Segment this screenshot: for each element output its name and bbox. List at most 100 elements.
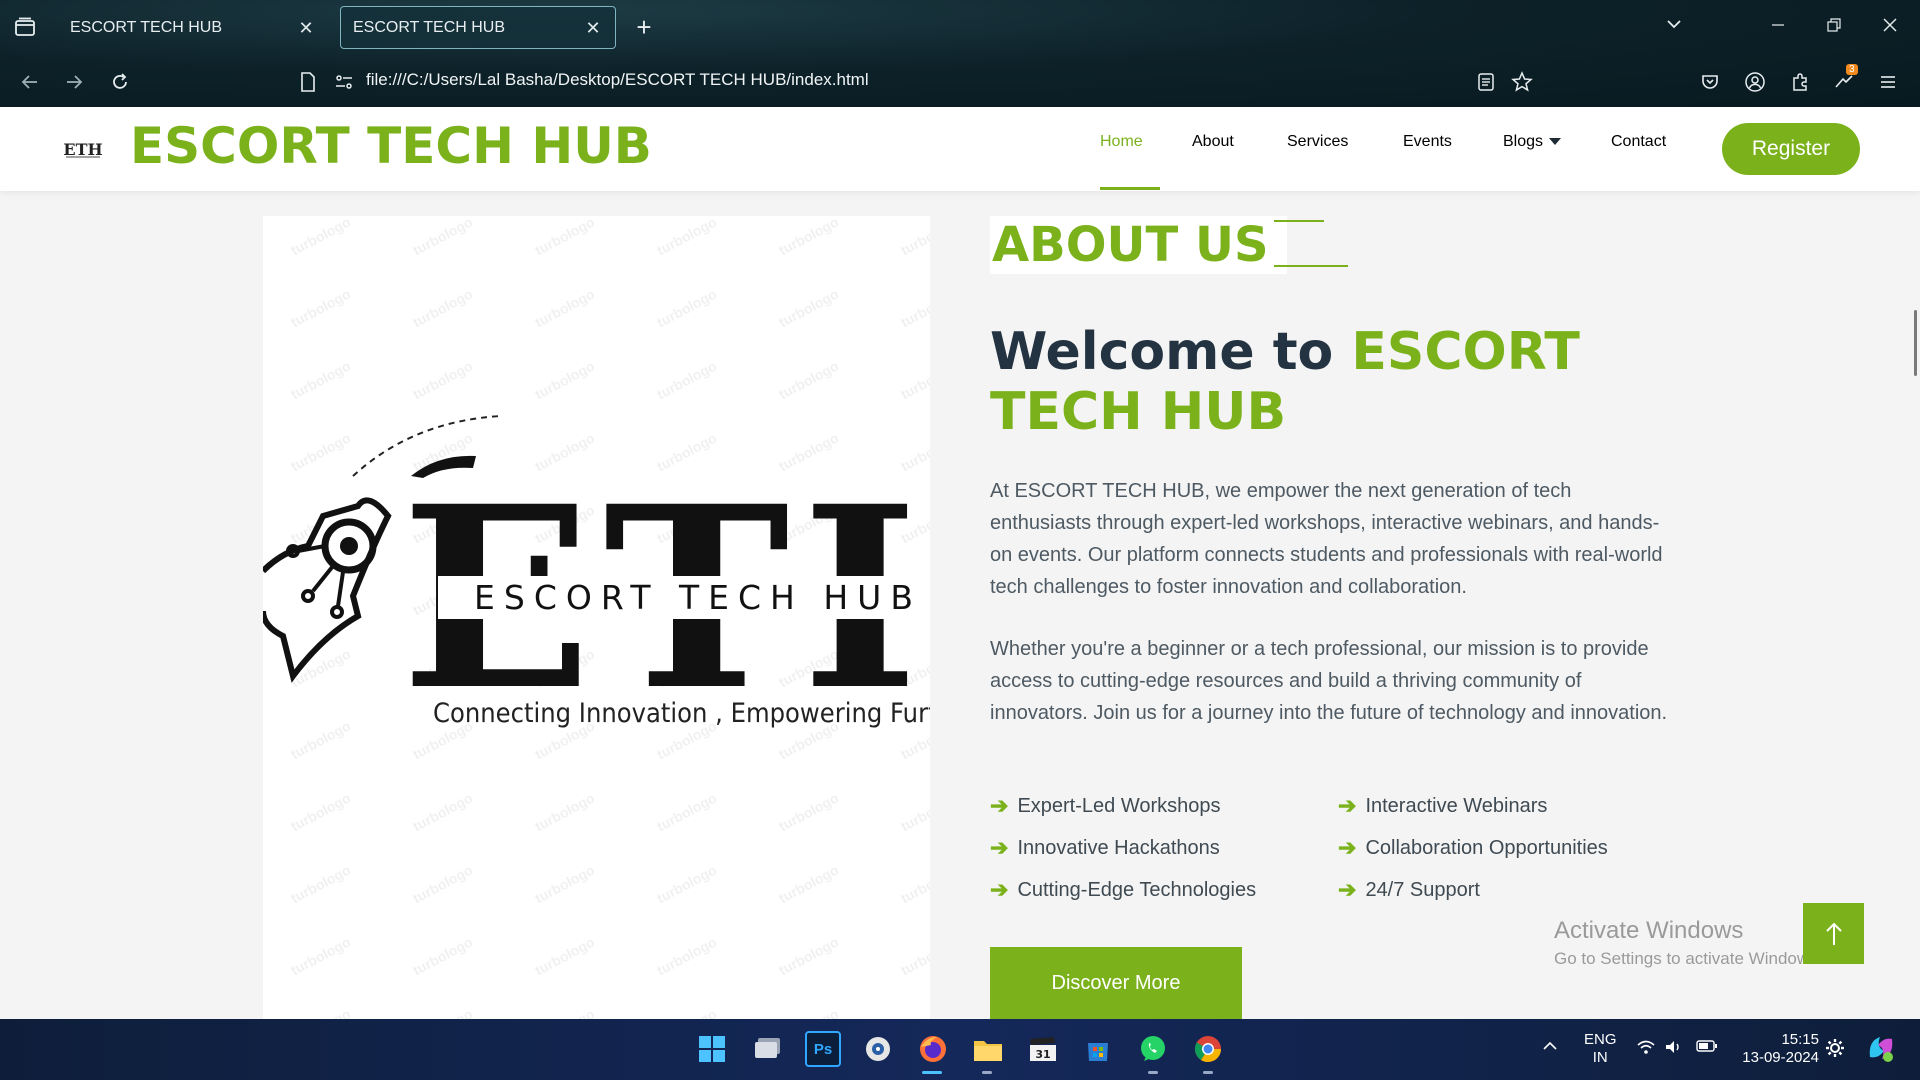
tab-list-icon[interactable] [12, 14, 38, 40]
windows-taskbar: Ps 31 ENG IN 15:15 13-09-2024 [0, 1019, 1920, 1080]
brand-name[interactable]: ESCORT TECH HUB [130, 117, 652, 175]
feature-label: Collaboration Opportunities [1365, 836, 1608, 859]
site-header: ETH ESCORT TECH HUB Home About Services … [0, 107, 1920, 191]
reader-view-icon[interactable] [1470, 66, 1502, 98]
arrow-right-icon: ➔ [1338, 835, 1357, 860]
wifi-icon[interactable] [1636, 1039, 1656, 1060]
chrome-indicator [1203, 1071, 1213, 1074]
extension-badge: 3 [1846, 64, 1858, 75]
feature-label: Innovative Hackathons [1017, 836, 1220, 859]
task-view-icon[interactable] [750, 1031, 786, 1067]
tab-title: ESCORT TECH HUB [353, 18, 506, 36]
microsoft-store-icon[interactable] [1080, 1031, 1116, 1067]
caret-down-icon [1549, 138, 1562, 146]
logo-name: ESCORT TECH HUB [438, 576, 930, 619]
register-button[interactable]: Register [1722, 123, 1860, 175]
show-hidden-icons[interactable] [1541, 1039, 1559, 1058]
nav-about[interactable]: About [1192, 133, 1234, 151]
about-paragraph-1: At ESCORT TECH HUB, we empower the next … [990, 480, 1663, 598]
nav-contact[interactable]: Contact [1611, 133, 1666, 151]
activate-subtitle: Go to Settings to activate Windows. [1554, 949, 1823, 968]
logo-tagline: Connecting Innovation , Empowering Furtu… [433, 698, 930, 729]
back-to-top-button[interactable] [1803, 903, 1864, 964]
copilot-icon[interactable] [1864, 1031, 1898, 1070]
feature-label: 24/7 Support [1365, 878, 1480, 901]
address-bar[interactable]: file:///C:/Users/Lal Basha/Desktop/ESCOR… [366, 70, 869, 90]
file-explorer-icon[interactable] [970, 1031, 1006, 1067]
tab-bar: ESCORT TECH HUB ✕ ESCORT TECH HUB ✕ + [0, 0, 1920, 54]
firefox-icon[interactable] [915, 1031, 951, 1067]
arrow-right-icon: ➔ [1338, 793, 1357, 818]
extensions-icon[interactable] [1784, 66, 1816, 98]
feature-item: ➔ Cutting-Edge Technologies [990, 877, 1256, 903]
volume-icon[interactable] [1664, 1039, 1684, 1060]
nav-active-indicator [1100, 187, 1160, 190]
about-paragraph-2: Whether you're a beginner or a tech prof… [990, 638, 1668, 724]
welcome-heading: Welcome to ESCORT TECH HUB [990, 322, 1690, 442]
firefox-active-indicator [922, 1071, 942, 1074]
bookmark-star-icon[interactable] [1506, 66, 1538, 98]
photoshop-icon[interactable]: Ps [805, 1031, 841, 1067]
svg-text:31: 31 [1035, 1048, 1050, 1061]
arrow-right-icon: ➔ [990, 793, 1009, 818]
minimize-icon[interactable] [1760, 12, 1796, 42]
site-permissions-icon[interactable] [328, 66, 360, 98]
nav-services[interactable]: Services [1287, 133, 1348, 151]
nav-blogs-label: Blogs [1503, 133, 1544, 150]
section-label: ABOUT US [990, 216, 1287, 274]
clock[interactable]: 15:15 13-09-2024 [1735, 1031, 1819, 1067]
page-icon [292, 66, 324, 98]
close-window-icon[interactable] [1872, 12, 1908, 42]
pocket-icon[interactable] [1694, 66, 1726, 98]
browser-tab[interactable]: ESCORT TECH HUB ✕ [58, 6, 328, 49]
feature-item: ➔ Interactive Webinars [1338, 793, 1547, 819]
arrow-right-icon: ➔ [1338, 877, 1357, 902]
forward-icon[interactable] [58, 66, 90, 98]
site-logo[interactable]: ETH [58, 129, 108, 169]
language-indicator[interactable]: ENG IN [1584, 1031, 1617, 1067]
nav-events[interactable]: Events [1403, 133, 1452, 151]
notification-settings-icon[interactable] [1824, 1037, 1846, 1064]
new-tab-icon[interactable]: + [630, 14, 658, 42]
clapperboard-icon[interactable]: 31 [1025, 1031, 1061, 1067]
activate-windows-overlay: Activate Windows Go to Settings to activ… [1554, 917, 1822, 969]
language-code: ENG [1584, 1031, 1617, 1048]
account-icon[interactable] [1739, 66, 1771, 98]
arrow-up-icon [1825, 922, 1842, 945]
chrome-icon[interactable] [1190, 1031, 1226, 1067]
arrow-right-icon: ➔ [990, 877, 1009, 902]
feature-label: Interactive Webinars [1365, 794, 1548, 817]
clock-date: 13-09-2024 [1742, 1049, 1819, 1066]
feature-item: ➔ Innovative Hackathons [990, 835, 1220, 861]
close-icon[interactable]: ✕ [296, 18, 316, 38]
back-icon[interactable] [14, 66, 46, 98]
browser-tab-active[interactable]: ESCORT TECH HUB ✕ [340, 6, 616, 49]
tab-title: ESCORT TECH HUB [70, 18, 223, 36]
whatsapp-icon[interactable] [1135, 1031, 1171, 1067]
nav-blogs[interactable]: Blogs [1503, 133, 1562, 151]
feature-item: ➔ Collaboration Opportunities [1338, 835, 1608, 861]
close-icon[interactable]: ✕ [583, 18, 603, 38]
windows-start-icon[interactable] [694, 1031, 730, 1067]
whatsapp-indicator [1148, 1071, 1158, 1074]
svg-text:ETH: ETH [63, 140, 102, 159]
restore-icon[interactable] [1816, 12, 1852, 42]
menu-icon[interactable] [1872, 66, 1904, 98]
nav-home[interactable]: Home [1100, 133, 1143, 151]
region-code: IN [1592, 1049, 1608, 1066]
about-image: turbologo turbologo turbologo turbologo turb… [263, 216, 930, 1019]
page-scrollbar[interactable] [1914, 310, 1917, 376]
feature-label: Expert-Led Workshops [1017, 794, 1221, 817]
activate-title: Activate Windows [1554, 917, 1744, 944]
explorer-indicator [982, 1071, 992, 1074]
discover-more-button[interactable]: Discover More [990, 947, 1242, 1019]
reload-icon[interactable] [104, 66, 136, 98]
extension-badge-icon[interactable]: 3 [1828, 64, 1860, 98]
battery-icon[interactable] [1696, 1039, 1718, 1058]
chevron-down-icon[interactable] [1656, 12, 1692, 42]
welcome-prefix: Welcome to [990, 322, 1334, 382]
section-label-line [1274, 220, 1324, 222]
feature-item: ➔ 24/7 Support [1338, 877, 1480, 903]
arrow-right-icon: ➔ [990, 835, 1009, 860]
media-player-icon[interactable] [860, 1031, 896, 1067]
